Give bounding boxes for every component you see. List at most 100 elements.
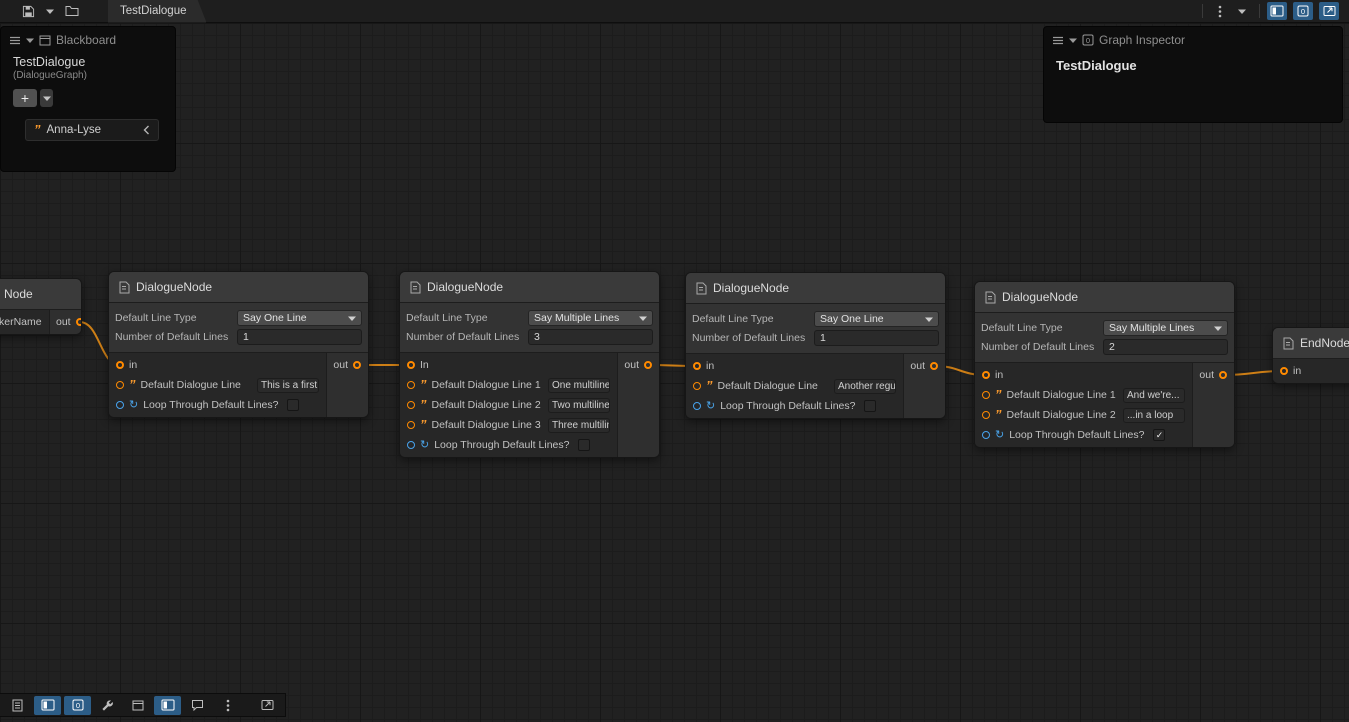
save-options-button[interactable] xyxy=(40,2,60,20)
external-icon xyxy=(1323,5,1336,17)
string-type-icon: ” xyxy=(706,381,713,391)
blackboard-toggle-button[interactable] xyxy=(34,696,61,715)
dialogue-node-4[interactable]: DialogueNodeDefault Line TypeSay Multipl… xyxy=(974,281,1235,448)
panel-button[interactable] xyxy=(154,696,181,715)
add-field-caret-button[interactable] xyxy=(40,89,53,107)
more-button[interactable] xyxy=(214,696,241,715)
prop-default-line-type: Default Line TypeSay Multiple Lines xyxy=(406,309,653,327)
blackboard-field-name: Anna-Lyse xyxy=(47,124,102,136)
port-loop-through-default-lines[interactable] xyxy=(693,402,701,410)
port-default-dialogue-line[interactable] xyxy=(116,381,124,389)
string-type-icon: ” xyxy=(129,380,136,390)
dialogue-node-1[interactable]: DialogueNodeDefault Line TypeSay One Lin… xyxy=(108,271,369,418)
svg-text:0: 0 xyxy=(1301,7,1305,16)
end-node[interactable]: EndNodein xyxy=(1272,327,1349,384)
line-text-field[interactable]: Two multiline xyxy=(548,398,610,413)
toggle-blackboard-button[interactable] xyxy=(1267,2,1287,20)
open-external-button[interactable] xyxy=(254,696,281,715)
port-default-dialogue-line[interactable] xyxy=(693,382,701,390)
port-row-in: in xyxy=(686,356,903,376)
menu-icon[interactable] xyxy=(1052,36,1064,45)
loop-type-icon: ↻ xyxy=(706,401,715,411)
port-label: Default Dialogue Line xyxy=(718,380,818,392)
toggle-graph-inspector-button[interactable]: 0 xyxy=(1293,2,1313,20)
port-row-out: out xyxy=(327,355,368,375)
port-out[interactable] xyxy=(76,318,82,326)
toggle-preview-button[interactable] xyxy=(1319,2,1339,20)
blackboard-field[interactable]: ” Anna-Lyse xyxy=(25,119,159,141)
chevron-left-icon[interactable] xyxy=(143,125,150,135)
prop-number-of-default-lines: Number of Default Lines2 xyxy=(981,338,1228,356)
string-type-icon: ” xyxy=(995,390,1002,400)
dropdown-default-line-type[interactable]: Say One Line xyxy=(237,310,362,326)
dialogue-node-2[interactable]: DialogueNode Default Line TypeSay Multipl… xyxy=(399,271,660,458)
collapse-caret-icon[interactable] xyxy=(26,38,34,43)
open-asset-button[interactable] xyxy=(62,2,82,20)
port-out[interactable] xyxy=(353,361,361,369)
prop-label: Default Line Type xyxy=(981,322,1103,334)
overflow-menu-button[interactable] xyxy=(1210,2,1230,20)
speaker-node[interactable]: NodekerNameout xyxy=(0,278,82,335)
overflow-caret-button[interactable] xyxy=(1232,2,1252,20)
line-text-field[interactable]: And we're... xyxy=(1123,388,1185,403)
node-header: DialogueNode xyxy=(400,272,659,303)
port-in[interactable] xyxy=(693,362,701,370)
field-number-of-default-lines[interactable]: 2 xyxy=(1103,339,1228,355)
console-button[interactable] xyxy=(4,696,31,715)
dropdown-default-line-type[interactable]: Say Multiple Lines xyxy=(528,310,653,326)
add-field-button[interactable]: + xyxy=(13,89,37,107)
dropdown-value: Say Multiple Lines xyxy=(1109,322,1214,334)
port-loop-through-default-lines[interactable] xyxy=(116,401,124,409)
dialogue-graph-editor: TestDialogue 0 NodekerNameout DialogueNod… xyxy=(0,0,1349,722)
line-text-field[interactable]: ...in a loop xyxy=(1123,408,1185,423)
line-text-field[interactable]: One multiline xyxy=(548,378,610,393)
port-label: in xyxy=(129,359,137,371)
field-number-of-default-lines[interactable]: 1 xyxy=(814,330,939,346)
port-out[interactable] xyxy=(930,362,938,370)
port-row-default-dialogue-line: ”Default Dialogue LineThis is a first xyxy=(109,375,326,395)
field-number-of-default-lines[interactable]: 3 xyxy=(528,329,653,345)
line-text-field[interactable]: Three multilin xyxy=(548,418,610,433)
port-in[interactable] xyxy=(116,361,124,369)
port-loop-through-default-lines[interactable] xyxy=(982,431,990,439)
line-text-field[interactable]: Another regu xyxy=(834,379,896,394)
menu-icon[interactable] xyxy=(9,36,21,45)
window-button[interactable] xyxy=(124,696,151,715)
loop-checkbox[interactable]: ✓ xyxy=(1153,429,1165,441)
port-in[interactable] xyxy=(1280,367,1288,375)
loop-checkbox[interactable] xyxy=(864,400,876,412)
output-ports: out xyxy=(326,353,368,417)
blackboard-title: Blackboard xyxy=(56,33,116,47)
port-out[interactable] xyxy=(644,361,652,369)
inspector-toggle-button[interactable]: 0 xyxy=(64,696,91,715)
script-icon xyxy=(118,281,130,294)
tools-button[interactable] xyxy=(94,696,121,715)
dialogue-preview-button[interactable] xyxy=(184,696,211,715)
loop-checkbox[interactable] xyxy=(287,399,299,411)
port-label: Loop Through Default Lines? xyxy=(434,439,569,451)
port-default-dialogue-line-2[interactable] xyxy=(982,411,990,419)
port-row-default-dialogue-line-1: ”Default Dialogue Line 1And we're... xyxy=(975,385,1192,405)
port-in[interactable] xyxy=(982,371,990,379)
port-default-dialogue-line-1[interactable] xyxy=(407,381,415,389)
port-out[interactable] xyxy=(1219,371,1227,379)
port-in[interactable] xyxy=(407,361,415,369)
node-title-label: DialogueNode xyxy=(427,280,503,294)
field-number-of-default-lines[interactable]: 1 xyxy=(237,329,362,345)
port-default-dialogue-line-3[interactable] xyxy=(407,421,415,429)
dropdown-default-line-type[interactable]: Say Multiple Lines xyxy=(1103,320,1228,336)
prop-label: Number of Default Lines xyxy=(406,331,528,343)
collapse-caret-icon[interactable] xyxy=(1069,38,1077,43)
dialogue-node-3[interactable]: DialogueNodeDefault Line TypeSay One Lin… xyxy=(685,272,946,419)
loop-checkbox[interactable] xyxy=(578,439,590,451)
port-default-dialogue-line-2[interactable] xyxy=(407,401,415,409)
port-loop-through-default-lines[interactable] xyxy=(407,441,415,449)
graph-tab[interactable]: TestDialogue xyxy=(108,0,206,23)
prop-default-line-type: Default Line TypeSay One Line xyxy=(115,309,362,327)
line-text-field[interactable]: This is a first xyxy=(257,378,319,393)
save-button[interactable] xyxy=(18,2,38,20)
port-default-dialogue-line-1[interactable] xyxy=(982,391,990,399)
graph-canvas[interactable]: NodekerNameoutDialogueNodeDefault Line T… xyxy=(0,23,1349,722)
dropdown-default-line-type[interactable]: Say One Line xyxy=(814,311,939,327)
port-row-loop-through-default-lines: ↻Loop Through Default Lines? xyxy=(400,435,617,455)
